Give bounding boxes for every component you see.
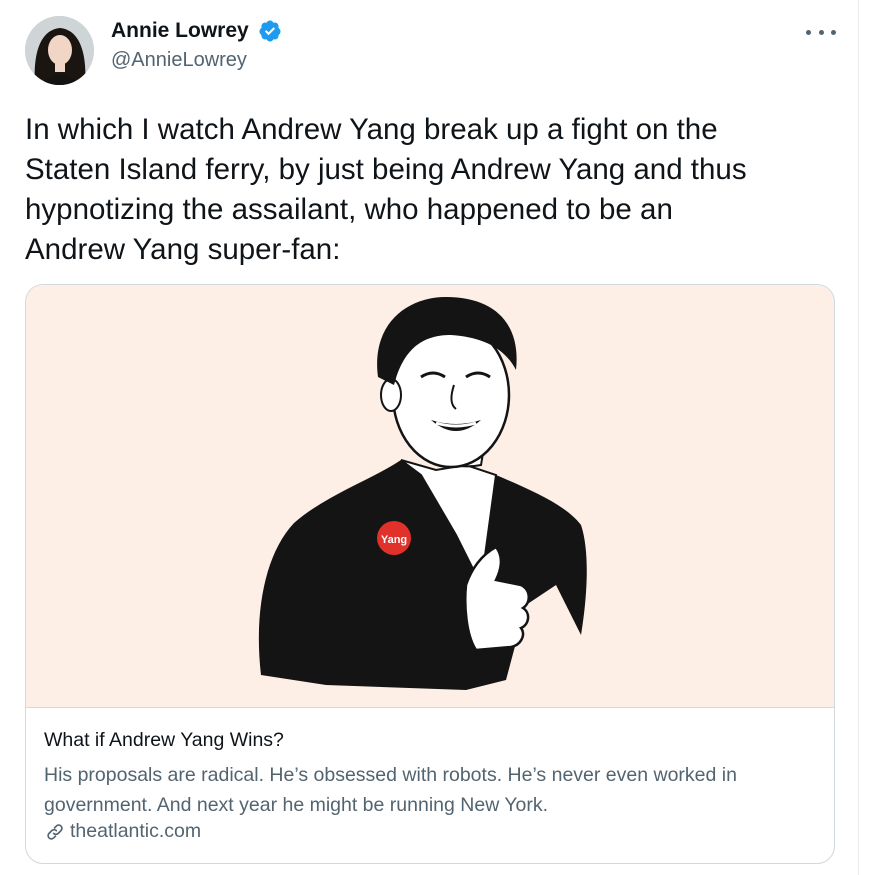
author-handle[interactable]: @AnnieLowrey [111,49,247,72]
more-options-icon[interactable] [806,22,836,42]
link-icon [47,823,63,840]
card-image[interactable]: Yang [26,285,834,708]
timeline-border [858,0,859,875]
yang-badge-text: Yang [381,534,407,546]
verified-badge-icon [259,20,281,42]
link-card[interactable]: Yang What if Andrew Yang Wins? His propo… [25,284,835,864]
avatar[interactable] [25,16,94,85]
card-description[interactable]: His proposals are radical. He’s obsessed… [44,760,824,820]
card-domain-text[interactable]: theatlantic.com [70,820,201,843]
tweet-text: In which I watch Andrew Yang break up a … [25,113,747,266]
card-title[interactable]: What if Andrew Yang Wins? [44,729,284,752]
andrew-yang-illustration: Yang [258,297,587,690]
card-domain[interactable]: theatlantic.com [44,820,201,843]
avatar-portrait [25,16,94,85]
author-name[interactable]: Annie Lowrey [111,19,249,43]
